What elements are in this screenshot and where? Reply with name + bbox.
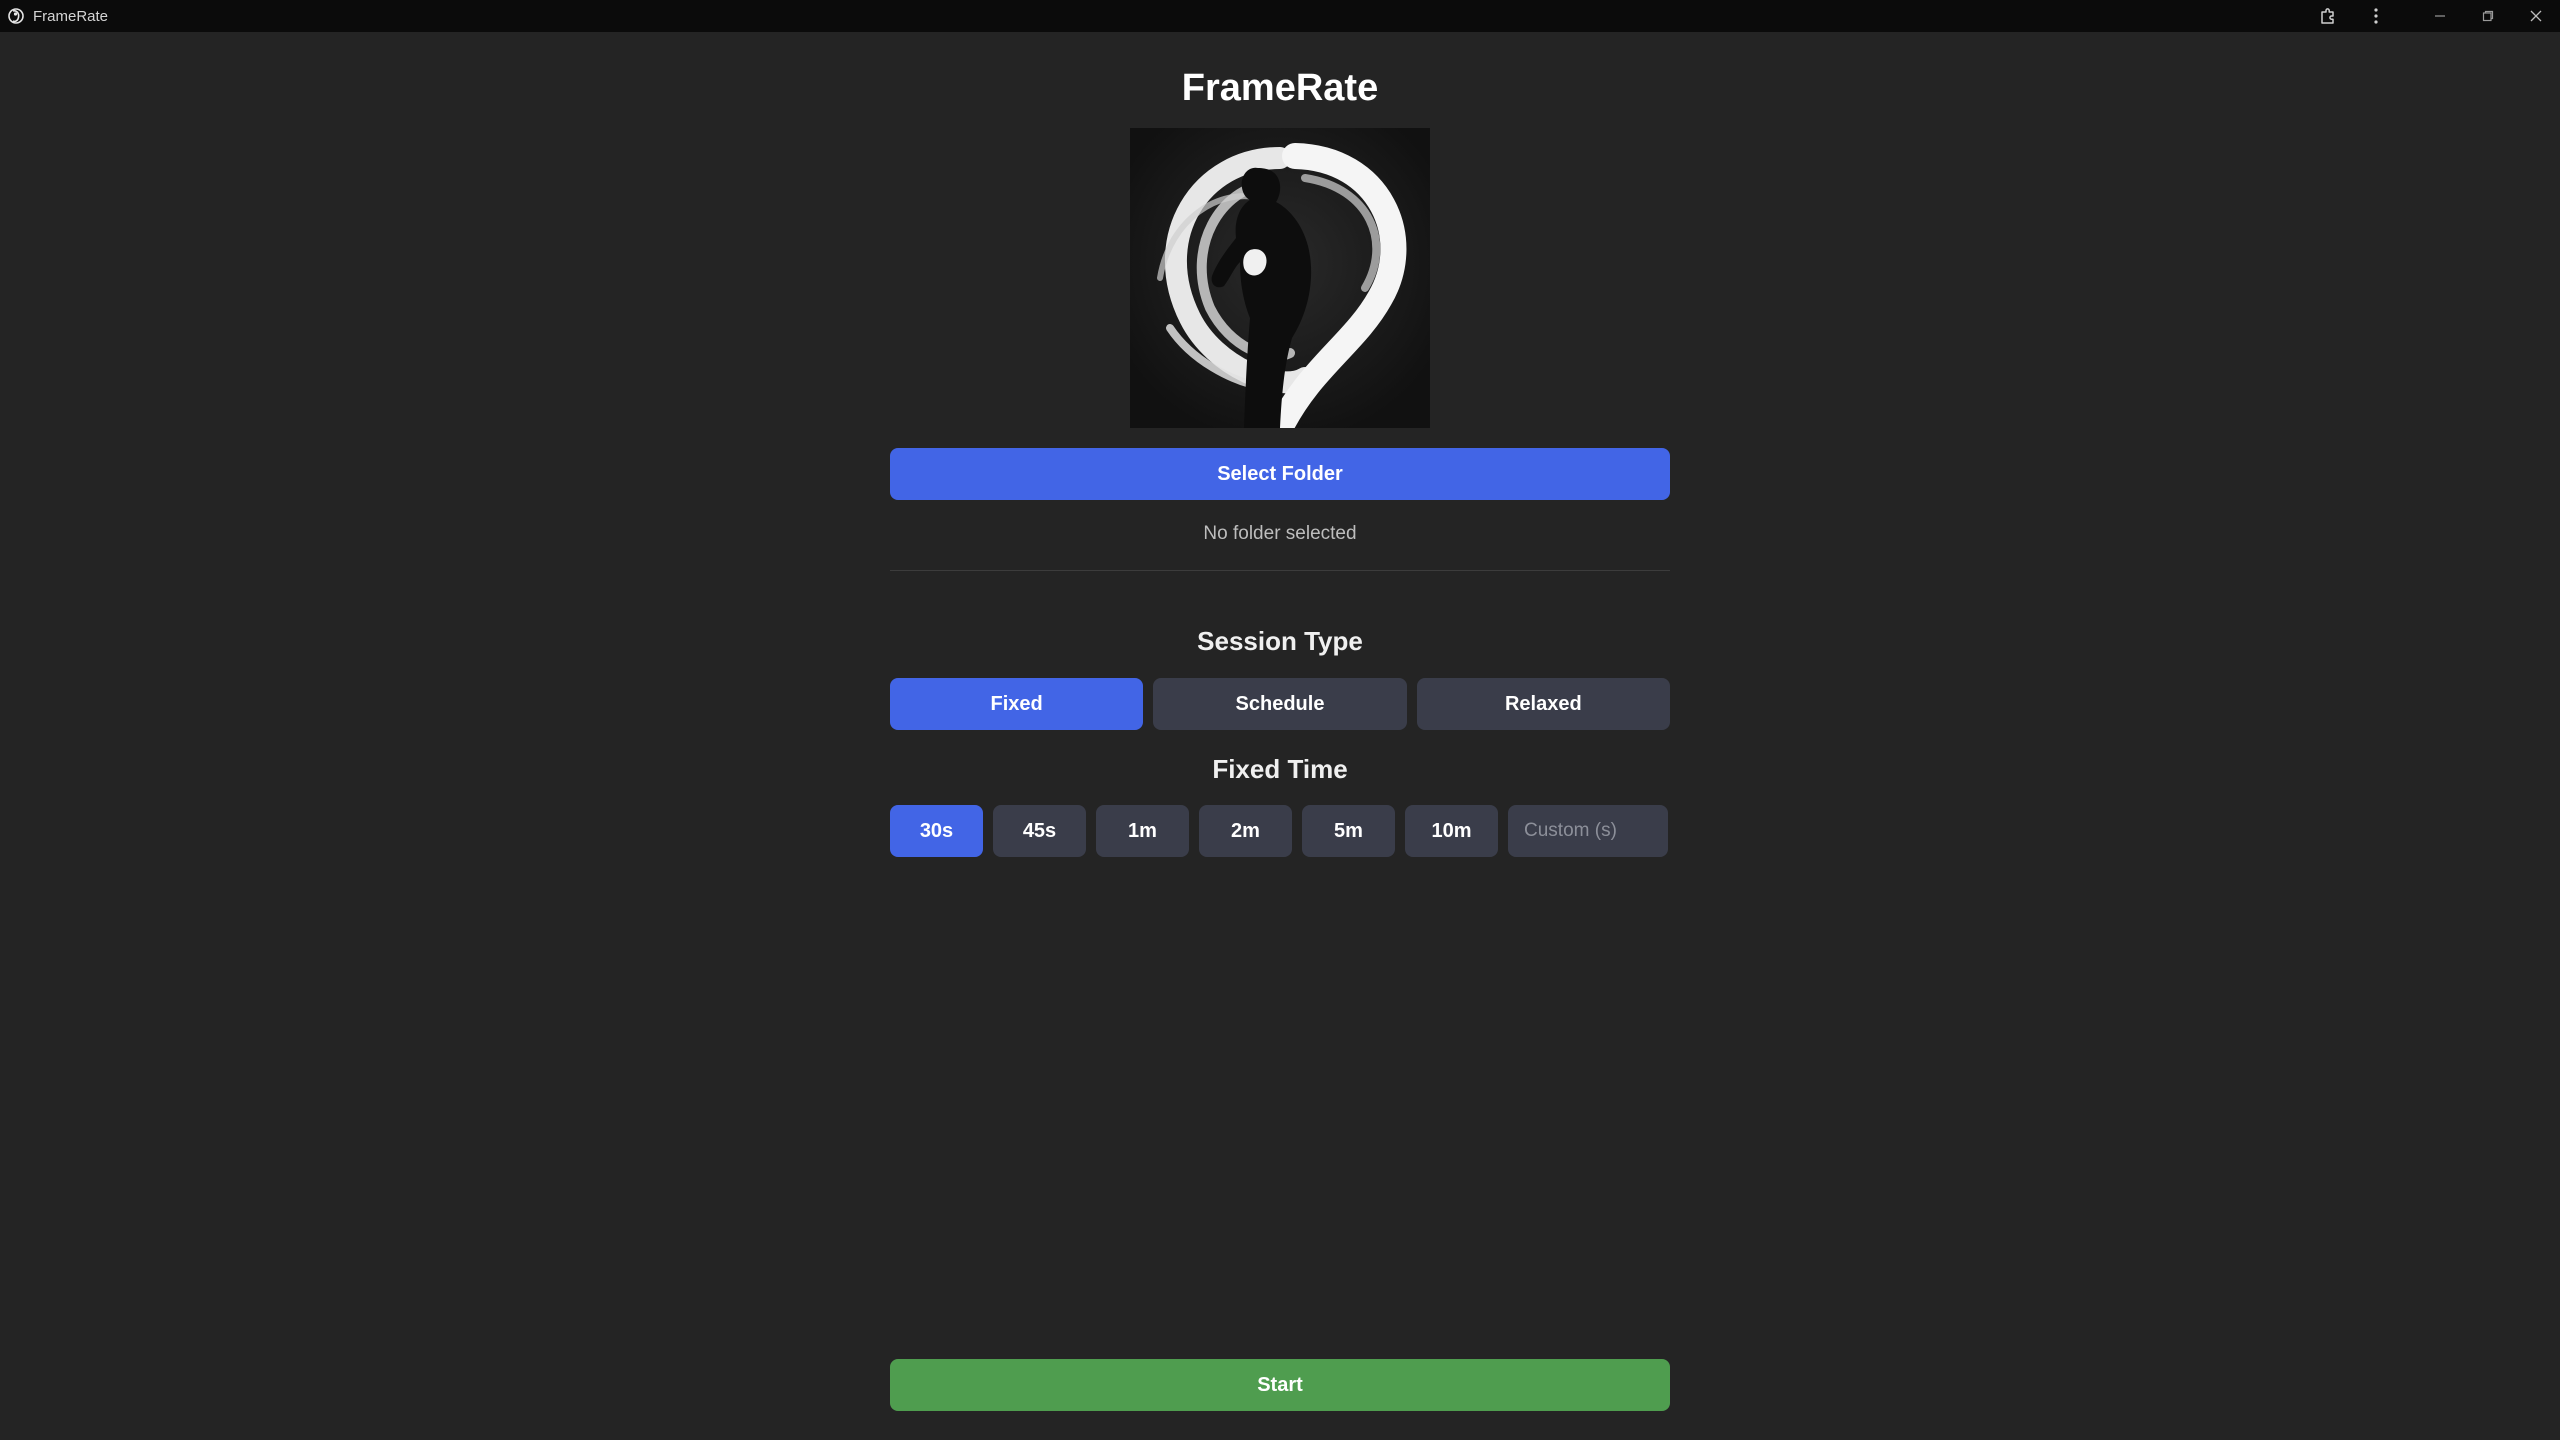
select-folder-button[interactable]: Select Folder — [890, 448, 1670, 500]
time-option-45s[interactable]: 45s — [993, 805, 1086, 857]
framerate-logo-icon — [6, 6, 26, 26]
time-option-2m[interactable]: 2m — [1199, 805, 1292, 857]
divider — [890, 570, 1670, 571]
titlebar-spacer — [2400, 0, 2416, 32]
session-type-selector: Fixed Schedule Relaxed — [890, 678, 1670, 730]
folder-status-text: No folder selected — [1203, 523, 1357, 544]
window-titlebar: FrameRate — [0, 0, 2560, 32]
kebab-menu-icon[interactable] — [2352, 0, 2400, 32]
time-option-30s[interactable]: 30s — [890, 805, 983, 857]
start-button[interactable]: Start — [890, 1359, 1670, 1411]
page-title: FrameRate — [1181, 67, 1379, 109]
fixed-time-selector: 30s 45s 1m 2m 5m 10m — [890, 805, 1670, 857]
session-option-relaxed[interactable]: Relaxed — [1416, 678, 1670, 730]
session-option-schedule[interactable]: Schedule — [1153, 678, 1407, 730]
window-controls — [2304, 0, 2560, 32]
restore-icon[interactable] — [2464, 0, 2512, 32]
app-logo-image — [1130, 128, 1430, 428]
window-title: FrameRate — [33, 7, 109, 25]
session-type-heading: Session Type — [1197, 626, 1363, 656]
close-icon[interactable] — [2512, 0, 2560, 32]
time-option-10m[interactable]: 10m — [1405, 805, 1498, 857]
minimize-icon[interactable] — [2416, 0, 2464, 32]
puzzle-icon[interactable] — [2304, 0, 2352, 32]
session-option-fixed[interactable]: Fixed — [890, 678, 1144, 730]
time-option-1m[interactable]: 1m — [1096, 805, 1189, 857]
custom-time-input[interactable] — [1508, 805, 1668, 857]
fixed-time-heading: Fixed Time — [1212, 754, 1348, 784]
time-option-5m[interactable]: 5m — [1302, 805, 1395, 857]
